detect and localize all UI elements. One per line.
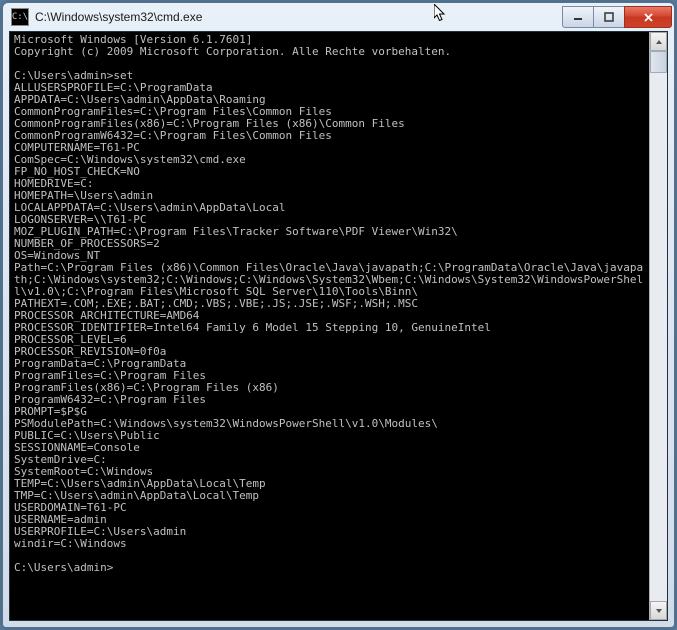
close-button[interactable] [624, 6, 672, 28]
chevron-up-icon [655, 39, 663, 45]
scroll-up-button[interactable] [650, 32, 667, 51]
scrollbar-thumb[interactable] [650, 51, 667, 73]
maximize-icon [604, 12, 614, 22]
chevron-down-icon [655, 608, 663, 614]
window-title: C:\Windows\system32\cmd.exe [35, 10, 563, 24]
minimize-icon [573, 12, 583, 22]
close-icon [643, 12, 654, 23]
minimize-button[interactable] [562, 6, 594, 28]
maximize-button[interactable] [593, 6, 625, 28]
scroll-down-button[interactable] [650, 601, 667, 620]
vertical-scrollbar[interactable] [649, 32, 667, 620]
titlebar[interactable]: C:\ C:\Windows\system32\cmd.exe [3, 3, 674, 31]
client-area: Microsoft Windows [Version 6.1.7601] Cop… [9, 31, 668, 621]
window-controls [563, 6, 672, 28]
cmd-icon: C:\ [11, 8, 29, 26]
scrollbar-track[interactable] [650, 51, 667, 601]
cmd-window: C:\ C:\Windows\system32\cmd.exe Microsof… [2, 2, 675, 628]
terminal-output[interactable]: Microsoft Windows [Version 6.1.7601] Cop… [10, 32, 649, 620]
